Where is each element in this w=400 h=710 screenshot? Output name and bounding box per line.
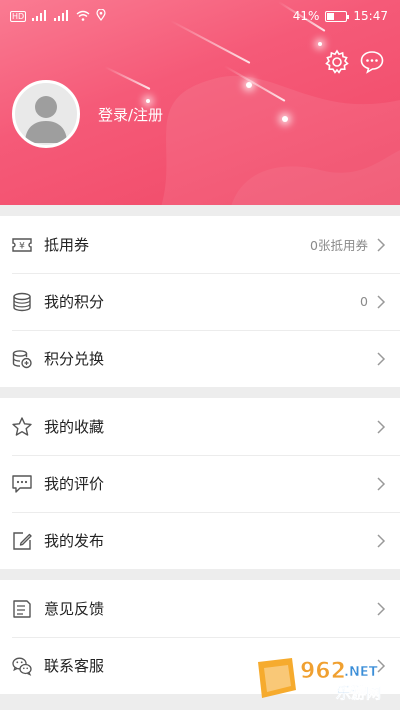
chevron-right-icon [377, 476, 386, 491]
menu-item-favorites[interactable]: 我的收藏 [0, 398, 400, 455]
wechat-icon [11, 655, 33, 677]
exchange-icon [11, 348, 33, 370]
menu-item-label: 积分兑换 [44, 350, 105, 368]
chevron-right-icon [377, 237, 386, 252]
wifi-icon [76, 10, 90, 24]
menu-item-label: 我的收藏 [44, 418, 105, 436]
battery-percent: 41% [292, 9, 320, 23]
menu-item-label: 我的发布 [44, 532, 105, 550]
status-bar: HD 41% 15:47 [0, 0, 400, 34]
edit-icon [11, 530, 33, 552]
menu-item-points-exchange[interactable]: 积分兑换 [0, 330, 400, 387]
menu-item-feedback[interactable]: 意见反馈 [0, 580, 400, 637]
voucher-count: 0张抵用券 [310, 238, 368, 253]
chevron-right-icon [377, 419, 386, 434]
user-placeholder-icon [25, 96, 67, 143]
menu-item-label: 抵用券 [44, 236, 90, 254]
chevron-right-icon [377, 533, 386, 548]
review-icon [11, 473, 33, 495]
site-watermark-logo: 962 .NET 乐游网 [258, 658, 381, 702]
menu-item-posts[interactable]: 我的发布 [0, 512, 400, 569]
chevron-right-icon [377, 601, 386, 616]
status-time: 15:47 [353, 9, 388, 23]
watermark-site: 乐游网 [336, 684, 381, 702]
meteor-spark [282, 116, 288, 122]
message-icon[interactable] [359, 49, 385, 75]
signal-icon [32, 9, 48, 24]
menu-group-rewards: ¥ 抵用券 0张抵用券 我的积分 0 积分兑换 [0, 216, 400, 387]
meteor-spark [146, 99, 150, 103]
star-icon [11, 416, 33, 438]
menu-item-voucher[interactable]: ¥ 抵用券 0张抵用券 [0, 216, 400, 273]
watermark-suffix: .NET [344, 665, 378, 680]
settings-icon[interactable] [324, 49, 350, 75]
chevron-right-icon [377, 351, 386, 366]
login-register-link[interactable]: 登录/注册 [98, 104, 163, 125]
coins-icon [11, 291, 33, 313]
avatar[interactable] [12, 80, 80, 148]
meteor-spark [318, 42, 322, 46]
menu-item-label: 我的积分 [44, 293, 105, 311]
svg-text:¥: ¥ [19, 241, 25, 251]
menu-item-label: 意见反馈 [44, 600, 105, 618]
menu-group-activity: 我的收藏 我的评价 我的发布 [0, 398, 400, 569]
location-icon [96, 8, 106, 24]
chevron-right-icon [377, 294, 386, 309]
hd-badge: HD [10, 11, 27, 22]
menu-item-points[interactable]: 我的积分 0 [0, 273, 400, 330]
feedback-icon [11, 598, 33, 620]
voucher-icon: ¥ [11, 234, 33, 256]
signal-icon [54, 9, 70, 24]
points-value: 0 [360, 294, 368, 309]
watermark-number: 962 [300, 659, 346, 684]
battery-icon [325, 10, 350, 22]
menu-item-label: 我的评价 [44, 475, 105, 493]
menu-item-reviews[interactable]: 我的评价 [0, 455, 400, 512]
